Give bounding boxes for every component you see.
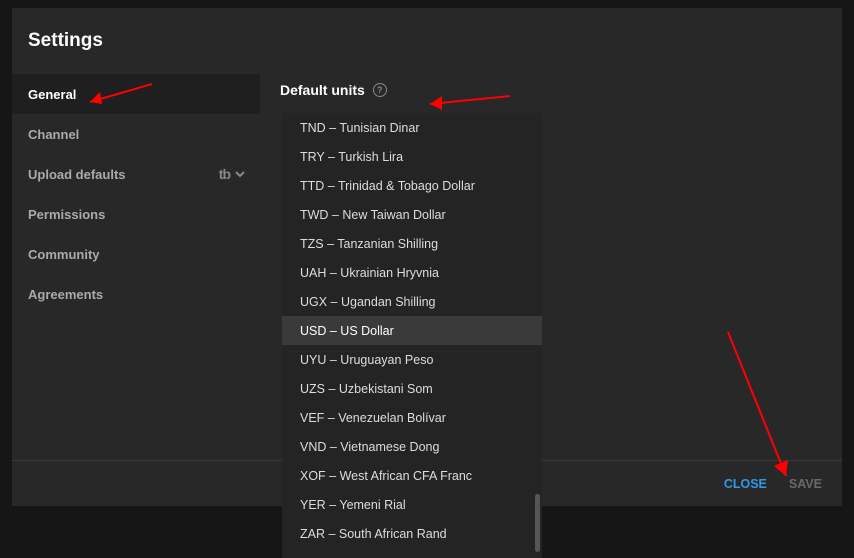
currency-option[interactable]: TTD – Trinidad & Tobago Dollar <box>282 171 542 200</box>
currency-option[interactable]: TWD – New Taiwan Dollar <box>282 200 542 229</box>
currency-option[interactable]: USD – US Dollar <box>282 316 542 345</box>
currency-option[interactable]: TND – Tunisian Dinar <box>282 113 542 142</box>
page-title: Settings <box>12 8 842 52</box>
sidebar: General Channel Upload defaults tb Permissio… <box>12 74 260 504</box>
currency-option[interactable]: UZS – Uzbekistani Som <box>282 374 542 403</box>
sidebar-item-community[interactable]: Community <box>12 234 260 274</box>
sidebar-item-agreements[interactable]: Agreements <box>12 274 260 314</box>
sidebar-item-label: Community <box>28 247 100 262</box>
help-icon[interactable]: ? <box>373 83 387 97</box>
tb-icon: tb <box>219 166 230 182</box>
currency-option[interactable]: TZS – Tanzanian Shilling <box>282 229 542 258</box>
currency-dropdown: TND – Tunisian DinarTRY – Turkish LiraTT… <box>282 113 542 558</box>
currency-option[interactable]: TRY – Turkish Lira <box>282 142 542 171</box>
currency-option[interactable]: VEF – Venezuelan Bolívar <box>282 403 542 432</box>
currency-option[interactable]: VND – Vietnamese Dong <box>282 432 542 461</box>
scrollbar-thumb[interactable] <box>535 494 540 552</box>
currency-option[interactable]: ZAR – South African Rand <box>282 519 542 548</box>
sidebar-item-label: General <box>28 87 76 102</box>
sidebar-item-upload-defaults[interactable]: Upload defaults tb <box>12 154 260 194</box>
sidebar-item-channel[interactable]: Channel <box>12 114 260 154</box>
sidebar-item-general[interactable]: General <box>12 74 260 114</box>
currency-option[interactable]: YER – Yemeni Rial <box>282 490 542 519</box>
dropdown-list[interactable]: TND – Tunisian DinarTRY – Turkish LiraTT… <box>282 113 542 558</box>
sidebar-item-label: Channel <box>28 127 79 142</box>
currency-option[interactable]: XOF – West African CFA Franc <box>282 461 542 490</box>
chevron-down-icon <box>234 168 246 180</box>
sidebar-item-label: Agreements <box>28 287 103 302</box>
section-header: Default units ? <box>280 82 842 98</box>
sidebar-item-label: Permissions <box>28 207 105 222</box>
sidebar-item-permissions[interactable]: Permissions <box>12 194 260 234</box>
currency-option[interactable]: UYU – Uruguayan Peso <box>282 345 542 374</box>
sidebar-item-label: Upload defaults <box>28 167 126 182</box>
currency-option[interactable]: UAH – Ukrainian Hryvnia <box>282 258 542 287</box>
currency-option[interactable]: UGX – Ugandan Shilling <box>282 287 542 316</box>
section-title: Default units <box>280 82 365 98</box>
save-button: SAVE <box>789 477 822 491</box>
close-button[interactable]: CLOSE <box>724 477 767 491</box>
